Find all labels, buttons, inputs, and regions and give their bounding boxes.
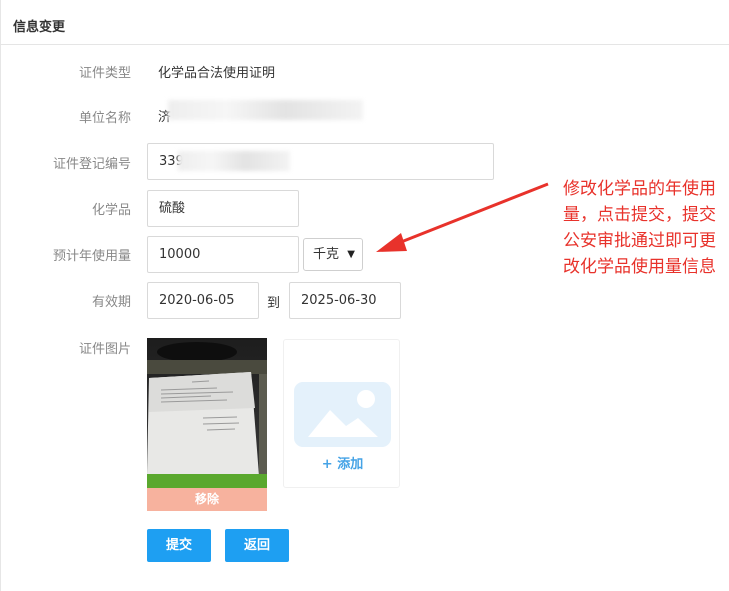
annotation-arrow-icon	[376, 182, 549, 252]
annotation-note: 修改化学品的年使用量，点击提交，提交公安审批通过即可更改化学品使用量信息	[563, 179, 716, 277]
